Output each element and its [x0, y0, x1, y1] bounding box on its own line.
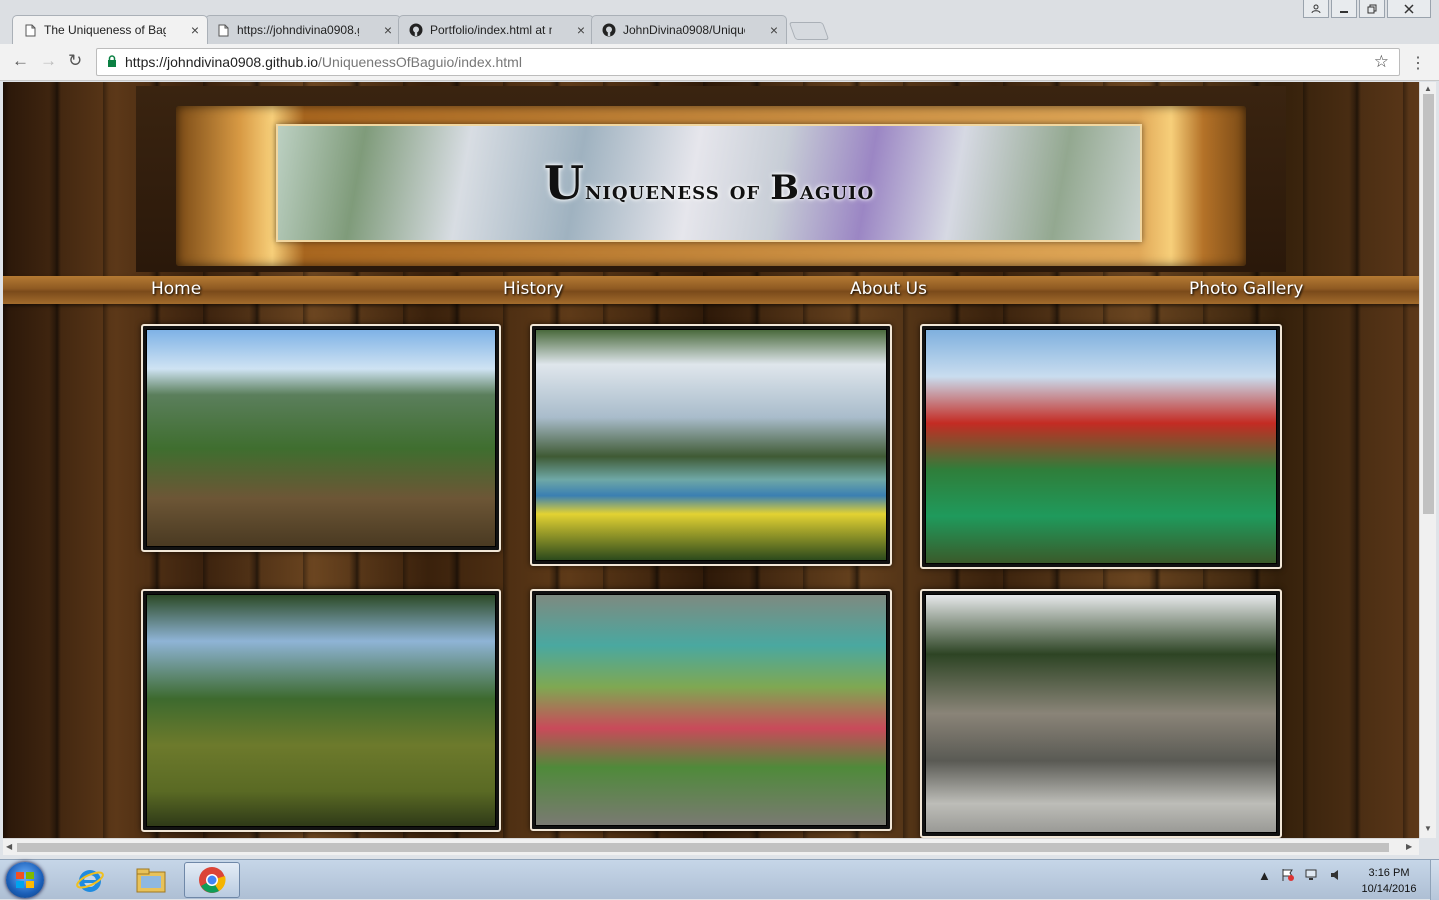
philippine-military-academy-gate-photo[interactable] — [920, 589, 1282, 838]
site-title: Uniqueness of Baguio — [543, 156, 875, 210]
burnham-lake-boats-photo[interactable] — [530, 324, 892, 566]
nav-about-us[interactable]: About Us — [850, 279, 927, 299]
back-button[interactable]: ← — [12, 51, 29, 71]
internet-explorer-icon[interactable] — [62, 862, 118, 898]
vertical-scrollbar[interactable]: ▲ ▼ — [1419, 82, 1436, 838]
url-path: /UniquenessOfBaguio/index.html — [318, 54, 522, 70]
page-icon — [216, 23, 230, 37]
lock-icon — [107, 54, 117, 70]
window-controls — [1303, 0, 1431, 18]
tab-title: JohnDivina0908/Uniquen — [623, 23, 745, 37]
network-icon[interactable] — [1305, 868, 1319, 885]
close-window-button[interactable] — [1387, 0, 1431, 18]
bookmark-star-icon[interactable]: ☆ — [1374, 52, 1389, 72]
scroll-up-arrow-icon[interactable]: ▲ — [1424, 84, 1432, 93]
scroll-right-arrow-icon[interactable]: ▶ — [1406, 842, 1412, 851]
tab-uniqueness-of-baguio[interactable]: The Uniqueness of Bagui × — [12, 15, 208, 44]
tab-title: The Uniqueness of Bagui — [44, 23, 166, 37]
scroll-down-arrow-icon[interactable]: ▼ — [1424, 824, 1432, 833]
site-banner: Uniqueness of Baguio — [176, 106, 1246, 266]
file-explorer-icon[interactable] — [123, 862, 179, 898]
banner-collage: Uniqueness of Baguio — [276, 124, 1142, 242]
action-center-flag-icon[interactable] — [1281, 868, 1295, 885]
system-tray: ▲ — [1258, 868, 1343, 885]
chrome-taskbar-icon[interactable] — [184, 862, 240, 898]
nav-photo-gallery[interactable]: Photo Gallery — [1189, 279, 1303, 299]
clock-date: 10/14/2016 — [1361, 883, 1417, 895]
menu-icon[interactable]: ⋮ — [1410, 53, 1426, 73]
pine-park-pond-photo[interactable] — [141, 589, 501, 832]
tab-johndivina-repo[interactable]: JohnDivina0908/Uniquen × — [591, 15, 787, 44]
forward-button[interactable]: → — [40, 51, 57, 71]
nav-home[interactable]: Home — [151, 279, 201, 299]
horizontal-scrollbar[interactable]: ◀ ▶ — [3, 838, 1419, 855]
show-desktop-button[interactable] — [1430, 860, 1439, 900]
tab-title: Portfolio/index.html at m — [430, 23, 552, 37]
tab-title: https://johndivina0908.g — [237, 23, 359, 37]
system-clock[interactable]: 3:16 PM 10/14/2016 — [1356, 865, 1422, 897]
browser-toolbar: ← → ↻ https://johndivina0908.github.io/U… — [0, 44, 1439, 81]
show-hidden-icons-icon[interactable]: ▲ — [1258, 868, 1271, 885]
minimize-button[interactable] — [1331, 0, 1357, 18]
vertical-scroll-thumb[interactable] — [1423, 94, 1434, 514]
user-icon[interactable] — [1303, 0, 1329, 18]
github-icon — [602, 23, 616, 37]
github-icon — [409, 23, 423, 37]
tab-portfolio-github[interactable]: Portfolio/index.html at m × — [398, 15, 594, 44]
close-icon[interactable]: × — [577, 22, 585, 38]
tab-github-io[interactable]: https://johndivina0908.g × — [205, 15, 401, 44]
new-tab-button[interactable] — [788, 22, 830, 40]
clock-time: 3:16 PM — [1368, 867, 1410, 879]
windows-taskbar: ▲ 3:16 PM 10/14/2016 — [0, 859, 1439, 900]
scroll-left-arrow-icon[interactable]: ◀ — [6, 842, 12, 851]
horizontal-scroll-thumb[interactable] — [17, 843, 1389, 852]
close-icon[interactable]: × — [191, 22, 199, 38]
address-bar[interactable]: https://johndivina0908.github.io/Uniquen… — [96, 48, 1400, 76]
windows-logo-icon — [16, 872, 34, 888]
browser-titlebar: The Uniqueness of Bagui × https://johndi… — [0, 0, 1439, 44]
start-button[interactable] — [6, 862, 44, 898]
page-icon — [23, 23, 37, 37]
mountain-view-photo[interactable] — [141, 324, 501, 552]
close-icon[interactable]: × — [384, 22, 392, 38]
url-host: https://johndivina0908.github.io — [125, 54, 319, 70]
volume-icon[interactable] — [1329, 868, 1343, 885]
close-icon[interactable]: × — [770, 22, 778, 38]
botanical-garden-gazebo-photo[interactable] — [530, 589, 892, 831]
nav-history[interactable]: History — [503, 279, 563, 299]
reload-button[interactable]: ↻ — [68, 51, 82, 71]
bell-church-temple-photo[interactable] — [920, 324, 1282, 569]
page-viewport: Uniqueness of Baguio Home History About … — [3, 82, 1419, 838]
site-navbar: Home History About Us Photo Gallery — [3, 276, 1419, 304]
restore-button[interactable] — [1359, 0, 1385, 18]
